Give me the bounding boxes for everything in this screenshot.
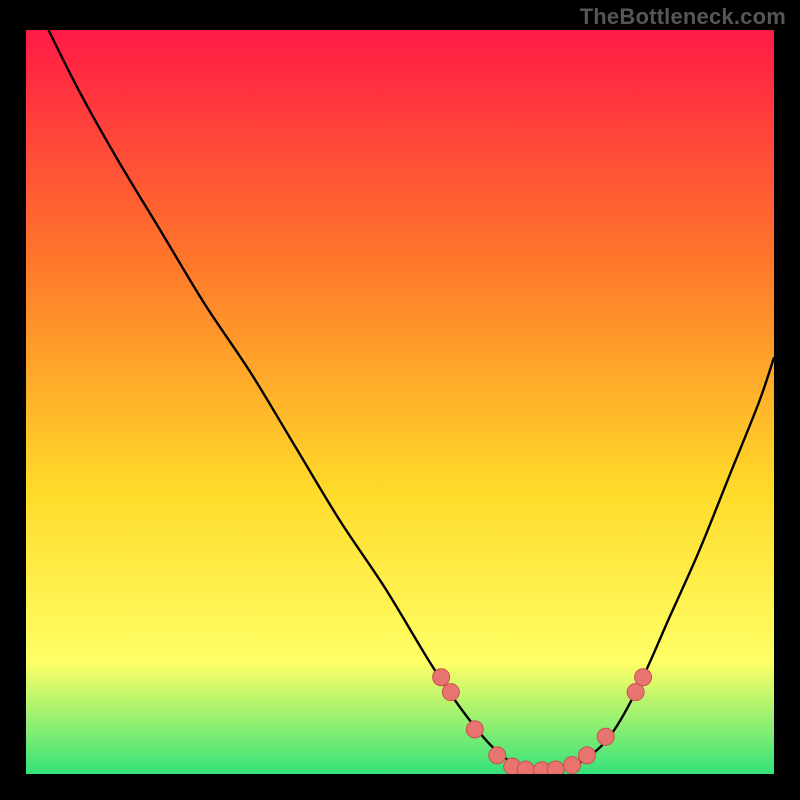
data-marker [597, 728, 614, 745]
data-marker [579, 747, 596, 764]
data-marker [517, 761, 534, 774]
chart-frame: TheBottleneck.com [0, 0, 800, 800]
data-marker [489, 747, 506, 764]
watermark-label: TheBottleneck.com [580, 4, 786, 30]
data-marker [442, 684, 459, 701]
data-marker [433, 669, 450, 686]
data-marker [627, 684, 644, 701]
data-marker [564, 757, 581, 774]
data-marker [547, 761, 564, 774]
data-marker [635, 669, 652, 686]
data-marker [466, 721, 483, 738]
plot-area [26, 30, 774, 774]
chart-svg [26, 30, 774, 774]
gradient-background [26, 30, 774, 774]
